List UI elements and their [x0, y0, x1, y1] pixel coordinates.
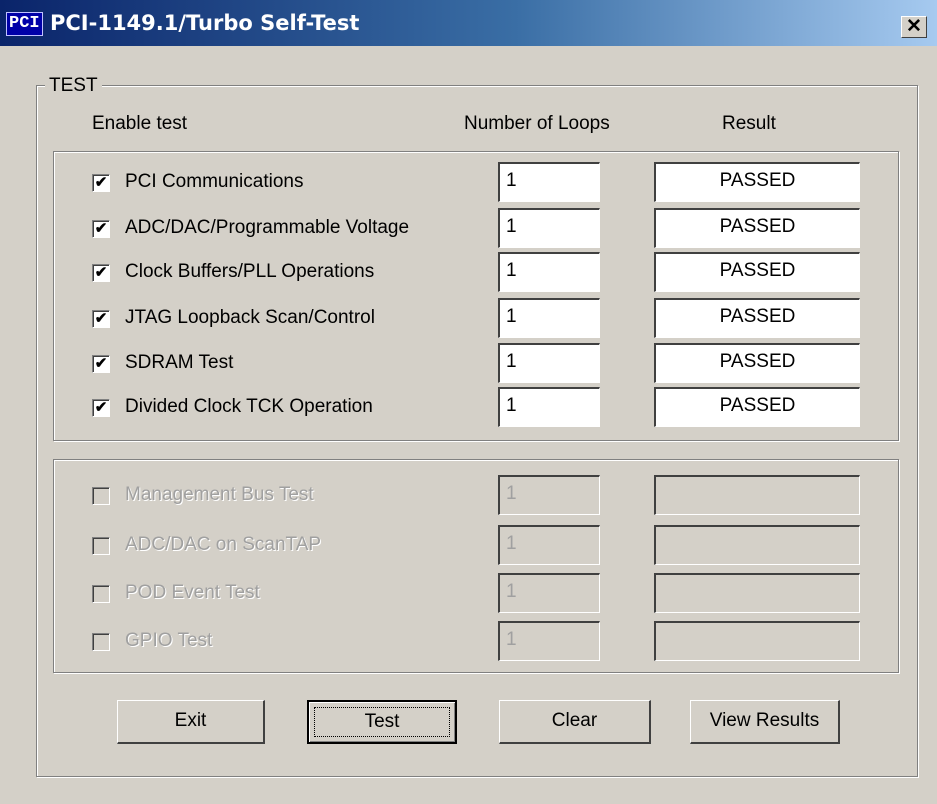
- enable-test-header: Enable test: [92, 113, 188, 134]
- loops-input[interactable]: 1: [498, 208, 600, 248]
- exit-button[interactable]: Exit: [117, 700, 265, 744]
- result-field: [654, 475, 860, 515]
- test-label: Clock Buffers/PLL Operations: [125, 261, 375, 282]
- close-button[interactable]: ✕: [901, 16, 927, 38]
- test-button[interactable]: Test: [307, 700, 457, 744]
- test-label: JTAG Loopback Scan/Control: [125, 307, 375, 328]
- clear-button[interactable]: Clear: [499, 700, 651, 744]
- result-field: [654, 621, 860, 661]
- app-icon: PCI: [6, 12, 43, 36]
- test-button-label: Test: [314, 707, 450, 737]
- loops-input: 1: [498, 621, 600, 661]
- test-checkbox: [92, 487, 110, 505]
- test-checkbox[interactable]: ✔: [92, 399, 110, 417]
- test-label: ADC/DAC on ScanTAP: [125, 534, 322, 555]
- test-checkbox: [92, 633, 110, 651]
- loops-input[interactable]: 1: [498, 252, 600, 292]
- test-label: Divided Clock TCK Operation: [125, 396, 373, 417]
- result-field: PASSED: [654, 343, 860, 383]
- test-checkbox[interactable]: ✔: [92, 220, 110, 238]
- loops-header: Number of Loops: [464, 113, 610, 134]
- result-field: [654, 525, 860, 565]
- loops-input[interactable]: 1: [498, 387, 600, 427]
- result-field: PASSED: [654, 298, 860, 338]
- result-field: PASSED: [654, 387, 860, 427]
- view-results-button[interactable]: View Results: [690, 700, 840, 744]
- result-field: [654, 573, 860, 613]
- window-title: PCI-1149.1/Turbo Self-Test: [50, 11, 360, 35]
- test-label: GPIO Test: [125, 630, 213, 651]
- test-checkbox[interactable]: ✔: [92, 310, 110, 328]
- result-field: PASSED: [654, 162, 860, 202]
- loops-input: 1: [498, 525, 600, 565]
- test-label: ADC/DAC/Programmable Voltage: [125, 217, 410, 238]
- result-header: Result: [722, 113, 776, 134]
- test-checkbox[interactable]: ✔: [92, 174, 110, 192]
- test-label: POD Event Test: [125, 582, 260, 603]
- test-label: PCI Communications: [125, 171, 304, 192]
- test-label: Management Bus Test: [125, 484, 314, 505]
- loops-input[interactable]: 1: [498, 298, 600, 338]
- loops-input[interactable]: 1: [498, 162, 600, 202]
- close-icon: ✕: [906, 16, 922, 37]
- result-field: PASSED: [654, 252, 860, 292]
- group-label: TEST: [45, 75, 102, 97]
- test-checkbox[interactable]: ✔: [92, 355, 110, 373]
- result-field: PASSED: [654, 208, 860, 248]
- title-bar: PCI PCI-1149.1/Turbo Self-Test ✕: [0, 0, 937, 46]
- loops-input: 1: [498, 573, 600, 613]
- test-checkbox: [92, 537, 110, 555]
- loops-input: 1: [498, 475, 600, 515]
- loops-input[interactable]: 1: [498, 343, 600, 383]
- test-label: SDRAM Test: [125, 352, 234, 373]
- test-checkbox[interactable]: ✔: [92, 264, 110, 282]
- test-checkbox: [92, 585, 110, 603]
